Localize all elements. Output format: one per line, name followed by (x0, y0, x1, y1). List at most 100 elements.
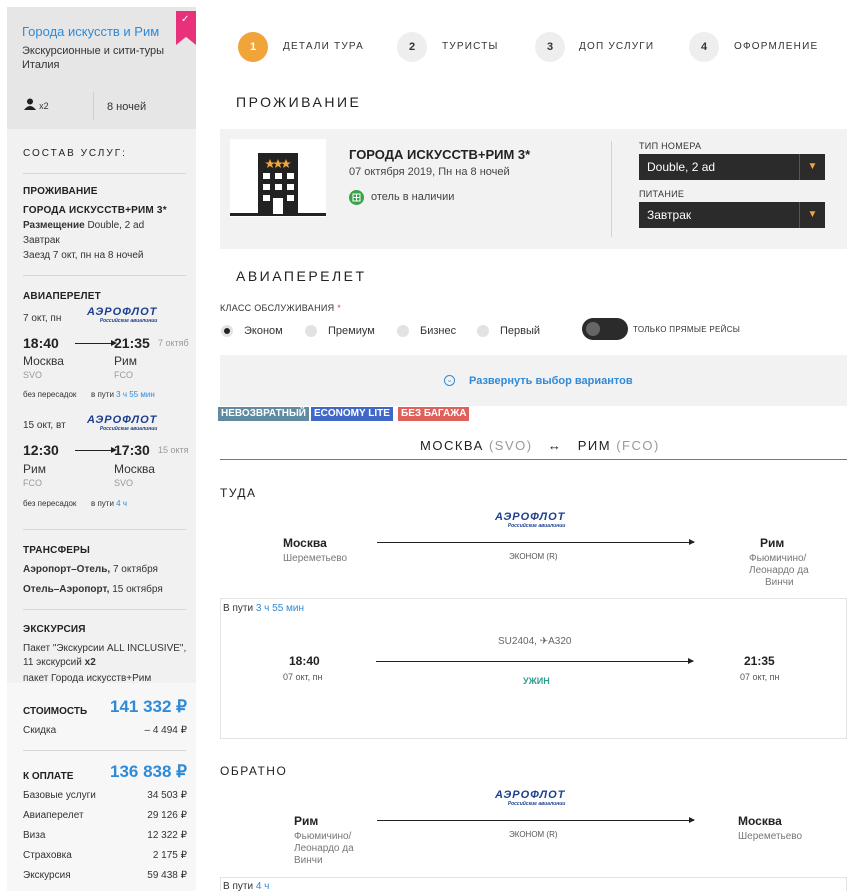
aeroflot-logo-subtitle: Российские авиалинии (507, 523, 566, 529)
cost-label: СТОИМОСТЬ (23, 706, 88, 717)
class-radio-business[interactable] (397, 325, 409, 337)
outbound-dep-time: 18:40 (23, 335, 59, 351)
divider (23, 275, 186, 276)
badge-economy-lite: ECONOMY LITE (311, 407, 393, 421)
back-from-city: Рим (294, 814, 319, 828)
divider (23, 529, 186, 530)
segment-arr-date: 07 окт, пн (740, 672, 780, 682)
room-type-value: Double, 2 ad (647, 160, 716, 174)
class-label-premium[interactable]: Премиум (328, 325, 375, 337)
class-label-business[interactable]: Бизнес (420, 325, 456, 337)
price-row-label: Базовые услуги (23, 790, 96, 801)
divider (23, 173, 186, 174)
flight-segment-card: В пути 3 ч 55 мин SU2404, ✈A320 18:40 07… (220, 598, 847, 739)
hotel-name: ГОРОДА ИСКУССТВ+РИМ 3* (23, 205, 167, 216)
badge-no-baggage: БЕЗ БАГАЖА (398, 407, 470, 421)
transfer-1: Аэропорт–Отель, 7 октября (23, 564, 158, 575)
return-dep-time: 12:30 (23, 442, 59, 458)
step-2-circle[interactable]: 2 (397, 32, 427, 62)
back-from-airport-3: Винчи (294, 855, 323, 866)
pay-value: 136 838 ₽ (110, 762, 187, 781)
duration-value: 4 ч (255, 881, 270, 891)
there-to-airport-3: Винчи (765, 577, 794, 588)
persons-value: x2 (39, 101, 49, 111)
there-to-airport-1: Фьюмичино/ (749, 553, 807, 564)
return-arr-city: Москва (114, 462, 155, 476)
return-dep-code: FCO (23, 478, 42, 488)
route-from: МОСКВА (420, 438, 484, 453)
return-stops: без пересадок (23, 499, 77, 508)
return-arr-time: 17:30 (114, 442, 150, 458)
room-type-label: ТИП НОМЕРА (639, 141, 702, 151)
aeroflot-logo: АЭРОФЛОТ Российские авиалинии (495, 789, 565, 807)
hotel-dates: 07 октября 2019, Пн на 8 ночей (349, 166, 510, 178)
flight-arrow (376, 658, 694, 664)
price-row-value: 34 503 ₽ (147, 790, 187, 801)
hotel-building-icon (230, 139, 326, 217)
in-way-label: в пути (91, 390, 114, 399)
toggle-knob (586, 322, 600, 336)
there-from-city: Москва (283, 536, 327, 550)
outbound-date: 7 окт, пн (23, 313, 62, 324)
accommodation-heading: ПРОЖИВАНИЕ (236, 94, 362, 110)
transfer-route: Отель–Аэропорт, (23, 584, 110, 595)
in-way-label: В пути (223, 881, 254, 891)
direct-flights-label: ТОЛЬКО ПРЯМЫЕ РЕЙСЫ (633, 325, 741, 334)
step-1-label[interactable]: ДЕТАЛИ ТУРА (283, 41, 364, 52)
room-type-select[interactable]: Double, 2 ad ▼ (639, 154, 825, 180)
segment-dep-time: 18:40 (289, 654, 320, 668)
step-4-label[interactable]: ОФОРМЛЕНИЕ (734, 41, 818, 52)
divider (23, 609, 186, 610)
meal-value: Завтрак (647, 208, 692, 222)
return-duration: в пути 4 ч (91, 499, 127, 508)
tour-type: Экскурсионные и сити-туры (22, 45, 165, 57)
transfer-date: 7 октября (112, 564, 158, 575)
segment-meal: УЖИН (523, 676, 550, 686)
step-4-circle[interactable]: 4 (689, 32, 719, 62)
transfers-heading: ТРАНСФЕРЫ (23, 545, 91, 556)
tour-title[interactable]: Города искусств и Рим (22, 24, 159, 39)
step-2-label[interactable]: ТУРИСТЫ (442, 41, 499, 52)
price-row-label: Виза (23, 830, 46, 841)
price-row-label: Авиаперелет (23, 810, 84, 821)
expand-options-link[interactable]: Развернуть выбор вариантов (469, 375, 633, 387)
class-radio-premium[interactable] (305, 325, 317, 337)
flight-arrow (377, 539, 695, 545)
class-radio-economy[interactable] (221, 325, 233, 337)
duration-value: 3 ч 55 мин (255, 603, 305, 614)
checkmark-icon: ✓ (181, 14, 190, 25)
route-underline (220, 459, 847, 460)
step-1-circle[interactable]: 1 (238, 32, 268, 62)
return-date: 15 окт, вт (23, 420, 66, 431)
excursion-heading: ЭКСКУРСИЯ (23, 624, 86, 635)
outbound-arr-time: 21:35 (114, 335, 150, 351)
return-dep-city: Рим (23, 462, 46, 476)
chevron-down-icon: ▼ (799, 202, 825, 228)
class-radio-first[interactable] (477, 325, 489, 337)
direct-flights-toggle[interactable] (582, 318, 628, 340)
outbound-arr-city: Рим (114, 354, 137, 368)
aeroflot-logo-subtitle: Российские авиалинии (507, 801, 566, 807)
expand-options-bar[interactable]: ⌄ Развернуть выбор вариантов (220, 355, 847, 406)
step-3-circle[interactable]: 3 (535, 32, 565, 62)
arrow-line (75, 343, 113, 344)
aeroflot-logo-text: АЭРОФЛОТ (87, 306, 158, 318)
booking-summary-sidebar: Города искусств и Рим Экскурсионные и си… (7, 7, 196, 891)
outbound-duration: в пути 3 ч 55 мин (91, 390, 155, 399)
step-3-label[interactable]: ДОП УСЛУГИ (579, 41, 654, 52)
class-label-economy[interactable]: Эконом (244, 325, 283, 337)
outbound-arr-date: 7 октяб (158, 338, 189, 348)
there-heading: ТУДА (220, 486, 257, 500)
excursion-multiplier: x2 (84, 657, 96, 668)
meal-select[interactable]: Завтрак ▼ (639, 202, 825, 228)
transfer-route: Аэропорт–Отель, (23, 564, 111, 575)
back-to-airport: Шереметьево (738, 831, 803, 842)
duration-value: 4 ч (116, 499, 128, 508)
price-row-value: 59 438 ₽ (147, 870, 187, 881)
there-from-airport: Шереметьево (283, 553, 348, 564)
route-from-code: (SVO) (488, 438, 533, 453)
flight-arrow (377, 817, 695, 823)
class-label-first[interactable]: Первый (500, 325, 540, 337)
outbound-dep-code: SVO (23, 370, 43, 380)
aeroflot-logo-text: АЭРОФЛОТ (495, 789, 566, 801)
